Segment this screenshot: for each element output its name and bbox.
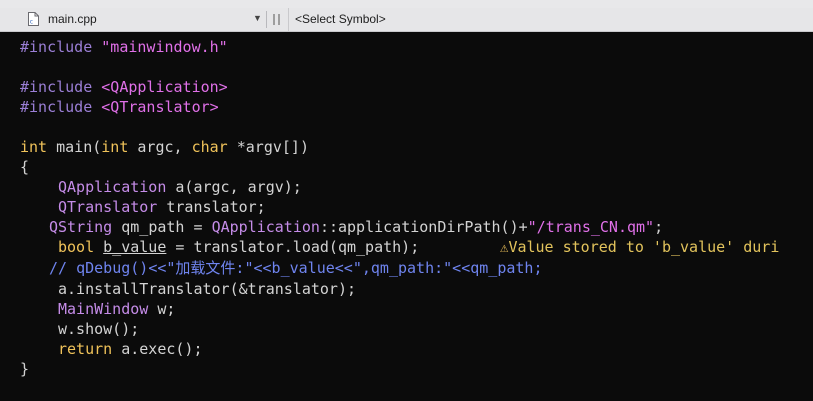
token-plain: a(argc, argv);: [166, 178, 302, 196]
token-keyword: int: [20, 138, 48, 156]
code-line-6: int main(int argc, char *argv[]): [20, 137, 309, 157]
token-plain: a.installTranslator(&translator);: [58, 280, 357, 298]
code-line-4: #include <QTranslator>: [20, 97, 219, 117]
code-line-10: QString qm_path = QApplication::applicat…: [49, 217, 663, 237]
token-keyword: char: [191, 138, 228, 156]
token-plain: = translator.load(qm_path);: [166, 238, 420, 256]
token-string: "mainwindow.h": [101, 38, 228, 56]
token-preprocessor: #include: [20, 38, 93, 56]
menu-bar-fragment: [0, 0, 813, 8]
token-plain: ::applicationDirPath()+: [319, 218, 528, 236]
token-plain: a.exec();: [112, 340, 203, 358]
symbol-selector-label: <Select Symbol>: [295, 12, 386, 26]
token-plain: w.show();: [58, 320, 140, 338]
code-line-13: a.installTranslator(&translator);: [58, 279, 356, 299]
file-tab[interactable]: c main.cpp ▼: [0, 8, 266, 31]
token-plain: main(: [47, 138, 102, 156]
symbol-selector[interactable]: <Select Symbol>: [288, 8, 813, 31]
tab-separator: [266, 11, 267, 28]
token-class: MainWindow: [58, 300, 149, 318]
cpp-file-icon: c: [28, 12, 39, 26]
token-plain: argc,: [128, 138, 192, 156]
code-line-11: bool b_value = translator.load(qm_path);: [58, 237, 419, 257]
token-class: QApplication: [211, 218, 320, 236]
token-brace: {: [20, 158, 30, 176]
split-view-icon[interactable]: [272, 12, 282, 27]
token-class: QTranslator: [58, 198, 158, 216]
code-line-3: #include <QApplication>: [20, 77, 228, 97]
token-preprocessor: #include: [20, 98, 93, 116]
token-header: <QApplication>: [101, 78, 228, 96]
code-editor-window: c main.cpp ▼ <Select Symbol> #include "m…: [0, 0, 813, 401]
token-class: QString: [49, 218, 113, 236]
token-plain: ;: [654, 218, 664, 236]
token-plain: w;: [148, 300, 176, 318]
token-string: "/trans_CN.qm": [527, 218, 655, 236]
svg-text:c: c: [30, 19, 33, 26]
inline-warning[interactable]: ⚠Value stored to 'b_value' duri: [500, 237, 779, 257]
token-variable-warned[interactable]: b_value: [103, 238, 166, 256]
code-line-7: {: [20, 157, 29, 177]
code-line-12: // qDebug()<<"加载文件:"<<b_value<<",qm_path…: [49, 258, 542, 278]
token-brace: }: [20, 360, 30, 378]
editor-tab-bar: c main.cpp ▼ <Select Symbol>: [0, 8, 813, 32]
token-comment: // qDebug()<<"加载文件:"<<b_value<<",qm_path…: [49, 259, 543, 277]
token-preprocessor: #include: [20, 78, 93, 96]
code-line-17: }: [20, 359, 29, 379]
warning-text: Value stored to 'b_value' duri: [508, 238, 780, 256]
token-plain: translator;: [157, 198, 266, 216]
token-plain: *argv[]): [227, 138, 309, 156]
code-area[interactable]: #include "mainwindow.h" #include <QAppli…: [0, 32, 813, 401]
token-plain: qm_path =: [112, 218, 212, 236]
code-line-14: MainWindow w;: [58, 299, 175, 319]
code-line-1: #include "mainwindow.h": [20, 37, 228, 57]
file-dropdown-icon[interactable]: ▼: [253, 13, 262, 23]
token-keyword: return: [58, 340, 113, 358]
code-line-15: w.show();: [58, 319, 139, 339]
token-keyword: int: [101, 138, 129, 156]
code-line-9: QTranslator translator;: [58, 197, 266, 217]
file-tab-label: main.cpp: [48, 12, 97, 26]
code-line-16: return a.exec();: [58, 339, 203, 359]
code-line-8: QApplication a(argc, argv);: [58, 177, 302, 197]
token-header: <QTranslator>: [101, 98, 219, 116]
token-keyword: bool: [58, 238, 95, 256]
token-class: QApplication: [58, 178, 167, 196]
